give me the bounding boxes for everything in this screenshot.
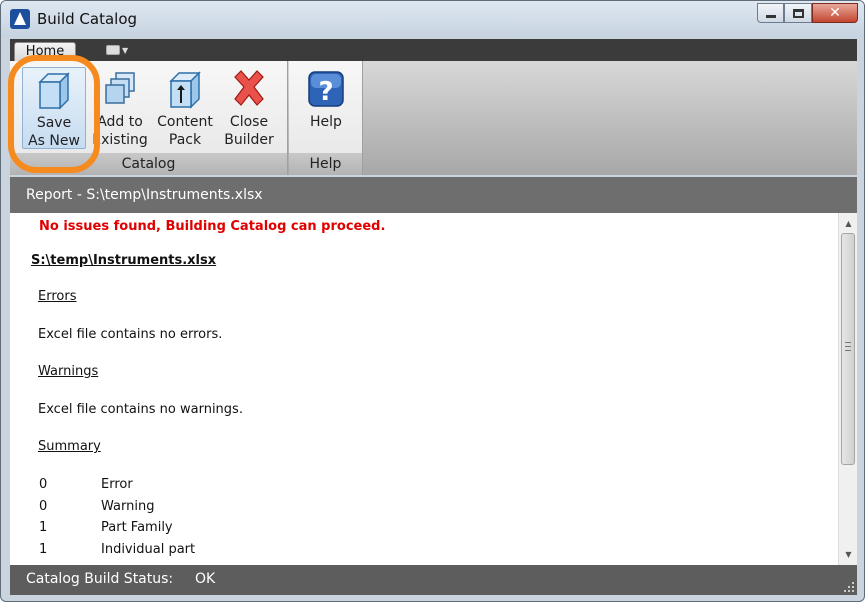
- warnings-heading: Warnings: [38, 364, 99, 379]
- close-icon: ✕: [829, 5, 841, 21]
- maximize-button[interactable]: [784, 3, 812, 23]
- scroll-thumb[interactable]: [841, 233, 855, 465]
- svg-text:?: ?: [318, 77, 333, 107]
- window-title: Build Catalog: [37, 10, 138, 28]
- scroll-down-button[interactable]: ▼: [839, 546, 857, 563]
- catalog-panel-title: Catalog: [10, 153, 287, 175]
- chevron-down-icon: ▼: [122, 45, 129, 55]
- errors-heading: Errors: [38, 289, 77, 304]
- errors-text: Excel file contains no errors.: [38, 327, 223, 342]
- close-builder-line1: Close: [229, 114, 269, 130]
- summary-label: Part Family: [101, 520, 173, 535]
- add-to-existing-line2: Existing: [92, 132, 148, 148]
- save-as-new-line1: Save: [36, 115, 72, 131]
- close-builder-button[interactable]: Close Builder: [217, 67, 281, 149]
- add-to-existing-button[interactable]: Add to Existing: [88, 67, 152, 149]
- content-pack-button[interactable]: Content Pack: [153, 67, 217, 149]
- status-bar: Catalog Build Status: OK: [10, 565, 857, 595]
- content-pack-line1: Content: [157, 114, 213, 130]
- report-content[interactable]: No issues found, Building Catalog can pr…: [10, 213, 857, 565]
- autocad-app-icon[interactable]: [10, 9, 30, 29]
- summary-label: Error: [101, 477, 133, 492]
- content-pack-line2: Pack: [168, 132, 202, 148]
- add-to-existing-line1: Add to: [97, 114, 143, 130]
- summary-heading: Summary: [38, 439, 101, 454]
- maximize-icon: [792, 8, 804, 18]
- tab-home[interactable]: Home: [14, 42, 76, 61]
- resize-grip-icon[interactable]: [842, 580, 854, 592]
- close-red-x-icon: [234, 70, 264, 106]
- summary-label: Individual part: [101, 542, 196, 557]
- status-message: No issues found, Building Catalog can pr…: [39, 219, 386, 234]
- quick-access-icon: [106, 45, 120, 55]
- minimize-button[interactable]: [757, 3, 784, 23]
- title-bar[interactable]: Build Catalog ✕: [1, 1, 864, 37]
- build-status-label: Catalog Build Status:: [26, 571, 174, 587]
- add-cubes-icon: [105, 72, 135, 104]
- build-status-value: OK: [195, 571, 216, 587]
- summary-count: 0: [39, 499, 48, 514]
- summary-count: 1: [39, 542, 48, 557]
- save-as-new-button[interactable]: Save As New: [22, 67, 86, 149]
- minimize-icon: [765, 14, 776, 18]
- window-controls: ✕: [757, 3, 858, 23]
- ribbon: Save As New Add to Existing Content Pack…: [10, 61, 857, 175]
- build-catalog-window: Build Catalog ✕ Home ▼ Save As New Add t…: [0, 0, 865, 602]
- close-window-button[interactable]: ✕: [812, 3, 858, 23]
- quick-access-toolbar[interactable]: ▼: [106, 43, 128, 57]
- vertical-scrollbar[interactable]: ▲ ▼: [838, 213, 857, 565]
- warnings-text: Excel file contains no warnings.: [38, 402, 243, 417]
- save-as-new-line2: As New: [28, 133, 80, 149]
- summary-count: 0: [39, 477, 48, 492]
- close-builder-line2: Builder: [224, 132, 274, 148]
- file-link[interactable]: S:\temp\Instruments.xlsx: [31, 253, 216, 268]
- report-header: Report - S:\temp\Instruments.xlsx: [10, 177, 857, 213]
- help-panel-title: Help: [289, 153, 362, 175]
- help-button[interactable]: ? Help: [294, 67, 358, 149]
- ribbon-tab-bar: Home ▼: [10, 39, 857, 61]
- scroll-up-button[interactable]: ▲: [839, 215, 857, 232]
- help-question-icon: ?: [308, 71, 344, 107]
- content-pack-icon: [169, 71, 201, 109]
- ribbon-panel-help: ? Help Help: [289, 61, 363, 175]
- chevron-down-icon: ▼: [845, 550, 852, 559]
- summary-label: Warning: [101, 499, 155, 514]
- summary-count: 1: [39, 520, 48, 535]
- grip-icon: [845, 342, 851, 351]
- help-label: Help: [310, 114, 342, 130]
- ribbon-panel-catalog: Save As New Add to Existing Content Pack…: [10, 61, 288, 175]
- save-cube-icon: [38, 72, 70, 110]
- chevron-up-icon: ▲: [845, 219, 852, 228]
